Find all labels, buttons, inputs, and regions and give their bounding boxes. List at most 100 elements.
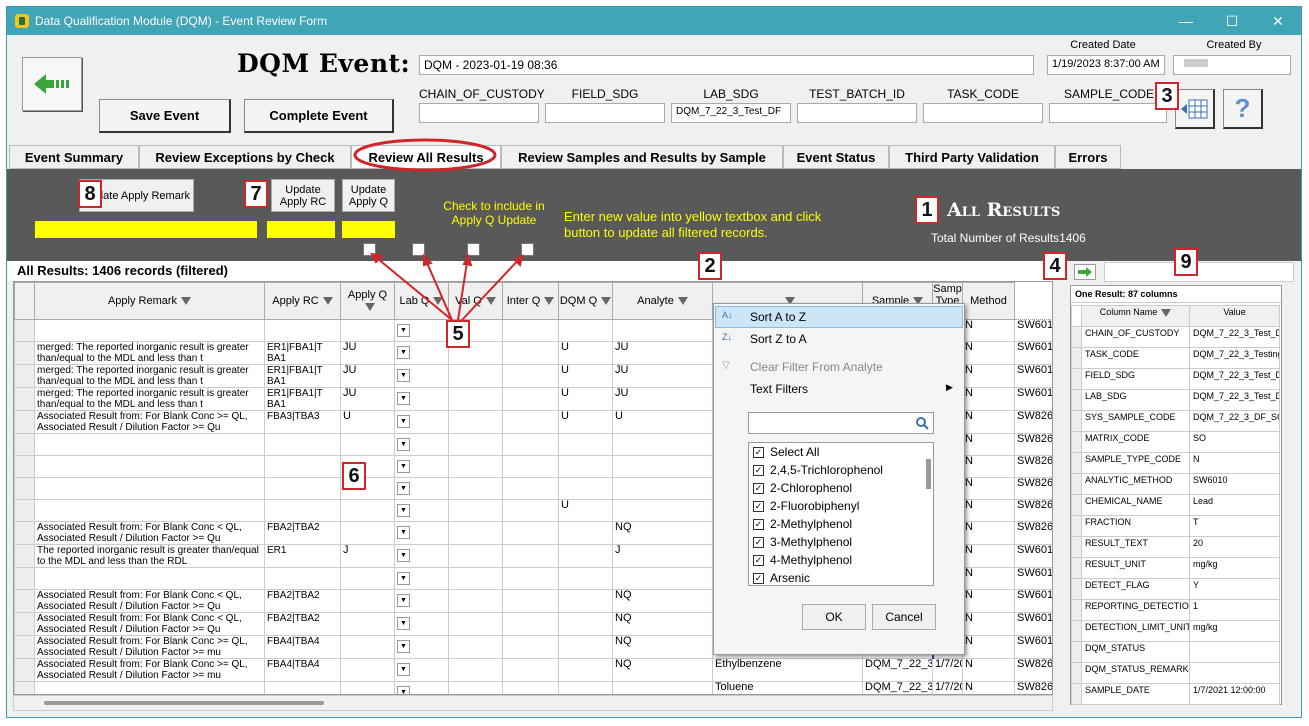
row-selector[interactable] (14, 567, 35, 590)
col-analyte[interactable]: Analyte (612, 282, 713, 320)
next-result-button[interactable] (1074, 264, 1096, 280)
table-row[interactable]: Associated Result from: For Blank Conc >… (14, 658, 1052, 682)
apply-q-dropdown[interactable]: ▼ (394, 499, 449, 522)
grid-export-button[interactable] (1175, 89, 1215, 129)
result-field-row[interactable]: TASK_CODE DQM_7_22_3_Testing (1071, 347, 1280, 369)
cancel-button[interactable]: Cancel (872, 604, 936, 630)
result-field-row[interactable]: DETECTION_LIMIT_UNIT mg/kg (1071, 620, 1280, 642)
help-button[interactable]: ? (1223, 89, 1263, 129)
tab-event-status[interactable]: Event Status (783, 145, 889, 169)
list-scrollbar[interactable] (926, 459, 931, 489)
close-button[interactable]: ✕ (1255, 7, 1301, 35)
result-field-row[interactable]: DETECT_FLAG Y (1071, 578, 1280, 600)
apply-q-dropdown[interactable]: ▼ (394, 364, 449, 388)
table-cell[interactable] (340, 319, 395, 342)
value-header[interactable]: Value (1189, 305, 1280, 327)
row-selector[interactable] (14, 635, 35, 659)
row-selector[interactable] (14, 455, 35, 478)
result-field-row[interactable]: SYS_SAMPLE_CODEDQM_7_22_3_DF_SO_01 (1071, 410, 1280, 432)
result-field-row[interactable]: MATRIX_CODE SO (1071, 431, 1280, 453)
row-selector[interactable] (14, 387, 35, 411)
checkbox-checked-icon[interactable]: ✓ (753, 536, 764, 548)
result-field-row[interactable]: REPORTING_DETECTION_LIMIT1 (1071, 599, 1280, 621)
checkbox-checked-icon[interactable]: ✓ (753, 482, 764, 494)
result-field-row[interactable]: DQM_STATUS_REMARK (1071, 662, 1280, 684)
apply-q-dropdown[interactable]: ▼ (394, 635, 449, 659)
complete-event-button[interactable]: Complete Event (244, 99, 394, 133)
checkbox-checked-icon[interactable]: ✓ (753, 554, 764, 566)
col-lab-q[interactable]: Lab Q (394, 282, 449, 320)
apply-q-dropdown[interactable]: ▼ (394, 410, 449, 434)
apply-q-dropdown[interactable]: ▼ (394, 658, 449, 682)
table-cell[interactable] (340, 567, 395, 590)
table-cell[interactable]: JU (340, 341, 395, 365)
result-field-row[interactable]: FIELD_SDG DQM_7_22_3_Test_DF (1071, 368, 1280, 390)
task-code-field[interactable] (923, 103, 1043, 123)
result-field-row[interactable]: CHAIN_OF_CUSTODY DQM_7_22_3_Test_DF (1071, 326, 1280, 348)
save-event-button[interactable]: Save Event (99, 99, 231, 133)
filter-value-item[interactable]: ✓ Select All (749, 443, 933, 461)
row-selector[interactable] (14, 477, 35, 500)
lab-q-checkbox[interactable] (412, 243, 425, 256)
apply-q-dropdown[interactable]: ▼ (394, 544, 449, 568)
row-selector[interactable] (14, 499, 35, 522)
apply-q-dropdown[interactable]: ▼ (394, 477, 449, 500)
checkbox-checked-icon[interactable]: ✓ (753, 518, 764, 530)
grid-horizontal-scrollbar[interactable] (13, 695, 1053, 711)
row-selector[interactable] (14, 410, 35, 434)
col-apply-remark[interactable]: Apply Remark (34, 282, 265, 320)
apply-q-dropdown[interactable]: ▼ (394, 521, 449, 545)
update-apply-q-button[interactable]: Update Apply Q (342, 179, 395, 212)
col-apply-q[interactable]: Apply Q (340, 282, 395, 320)
filter-value-item[interactable]: ✓ 4-Methylphenol (749, 551, 933, 569)
table-cell[interactable] (340, 589, 395, 613)
apply-q-dropdown[interactable]: ▼ (394, 387, 449, 411)
column-name-header[interactable]: Column Name (1081, 305, 1190, 327)
sample-code-field[interactable] (1049, 103, 1167, 123)
col-dqm-q[interactable]: DQM Q (558, 282, 613, 320)
chain-of-custody-field[interactable] (419, 103, 539, 123)
row-selector[interactable] (14, 341, 35, 365)
tab-review-exceptions[interactable]: Review Exceptions by Check (139, 145, 351, 169)
tab-third-party-validation[interactable]: Third Party Validation (889, 145, 1055, 169)
filter-value-item[interactable]: ✓ 2-Methylphenol (749, 515, 933, 533)
apply-q-input[interactable] (342, 221, 395, 238)
apply-q-dropdown[interactable]: ▼ (394, 319, 449, 342)
table-cell[interactable] (340, 521, 395, 545)
result-field-row[interactable]: SAMPLE_TYPE_CODE N (1071, 452, 1280, 474)
apply-q-checkbox[interactable] (363, 243, 376, 256)
table-cell[interactable] (340, 635, 395, 659)
filter-value-item[interactable]: ✓ Arsenic (749, 569, 933, 585)
result-field-row[interactable]: FRACTION T (1071, 515, 1280, 537)
field-sdg-field[interactable] (545, 103, 665, 123)
lab-sdg-field[interactable]: DQM_7_22_3_Test_DF (671, 103, 791, 123)
checkbox-checked-icon[interactable]: ✓ (753, 500, 764, 512)
update-apply-rc-button[interactable]: Update Apply RC (271, 179, 335, 212)
row-selector[interactable] (14, 364, 35, 388)
text-filters-item[interactable]: Text Filters (750, 382, 808, 396)
table-cell[interactable]: JU (340, 387, 395, 411)
row-selector[interactable] (14, 658, 35, 682)
minimize-button[interactable]: — (1163, 7, 1209, 35)
apply-q-dropdown[interactable]: ▼ (394, 341, 449, 365)
row-selector[interactable] (14, 589, 35, 613)
row-selector[interactable] (14, 681, 35, 694)
row-selector[interactable] (14, 612, 35, 636)
result-field-row[interactable]: SAMPLE_DATE 1/7/2021 12:00:00 (1071, 683, 1280, 705)
filter-value-item[interactable]: ✓ 3-Methylphenol (749, 533, 933, 551)
event-name-input[interactable]: DQM - 2023-01-19 08:36 (419, 55, 1034, 75)
apply-rc-input[interactable] (267, 221, 335, 238)
checkbox-checked-icon[interactable]: ✓ (753, 464, 764, 476)
table-cell[interactable] (340, 681, 395, 694)
checkbox-checked-icon[interactable]: ✓ (753, 572, 764, 584)
result-field-row[interactable]: CHEMICAL_NAME Lead (1071, 494, 1280, 516)
inter-q-checkbox[interactable] (521, 243, 534, 256)
table-cell[interactable]: JU (340, 364, 395, 388)
table-cell[interactable] (340, 658, 395, 682)
tab-event-summary[interactable]: Event Summary (9, 145, 139, 169)
apply-remark-input[interactable] (35, 221, 257, 238)
filter-value-item[interactable]: ✓ 2-Chlorophenol (749, 479, 933, 497)
val-q-checkbox[interactable] (467, 243, 480, 256)
filter-search-input[interactable] (748, 412, 934, 434)
filter-value-item[interactable]: ✓ 2,4,5-Trichlorophenol (749, 461, 933, 479)
